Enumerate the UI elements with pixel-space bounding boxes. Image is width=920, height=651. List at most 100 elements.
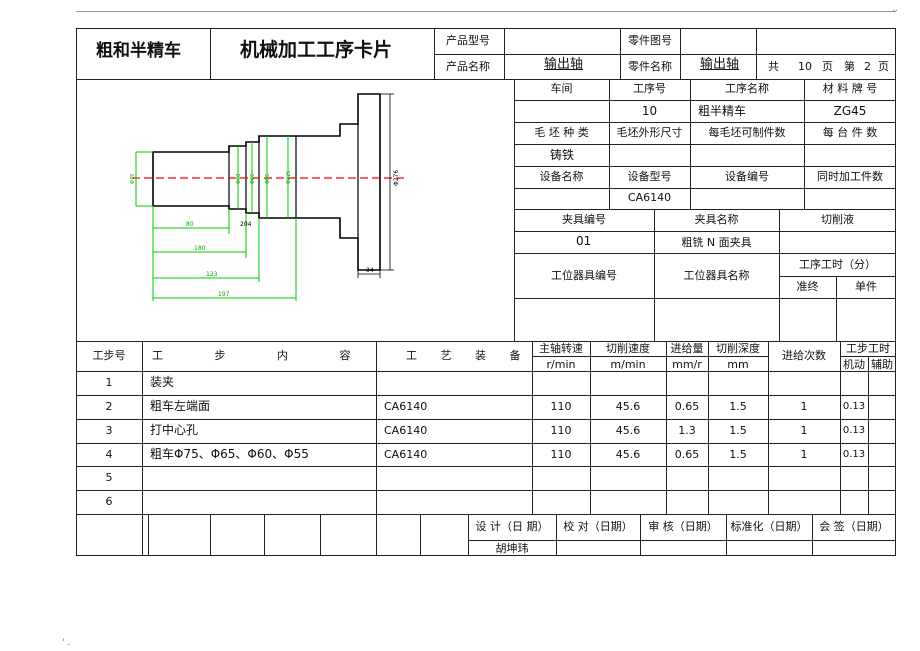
simul-label: 同时加工件数 [817, 170, 883, 183]
col-spindle: 主轴转速 [539, 342, 583, 355]
dim-34: 34 [366, 267, 374, 274]
col-spindle-unit: r/min [546, 358, 576, 371]
step-spindle: 110 [550, 448, 572, 461]
step-depth: 1.5 [729, 424, 747, 437]
prep-label: 准终 [796, 280, 819, 293]
coolant-label: 切削液 [821, 213, 854, 226]
process-name-label: 工序名称 [725, 82, 769, 95]
process-name-value: 粗半精车 [698, 104, 747, 118]
fixture-name-value: 粗铣 N 面夹具 [681, 236, 752, 249]
total-label: 共 [768, 60, 779, 73]
step-speed: 45.6 [615, 400, 641, 413]
col-equipment: 工 艺 装 备 [406, 349, 531, 362]
check-label: 校 对（日期） [563, 520, 633, 533]
step-speed: 45.6 [615, 424, 641, 437]
dim-phi-60: Φ60 [236, 174, 242, 184]
step-content: 粗车Φ75、Φ65、Φ60、Φ55 [150, 447, 309, 461]
fixture-no-value: 01 [576, 234, 592, 248]
step-spindle: 110 [550, 400, 572, 413]
step-no: 1 [105, 376, 113, 389]
designer-name: 胡坤玮 [495, 542, 529, 555]
page-unit-2: 页 [878, 60, 889, 73]
step-equipment: CA6140 [384, 424, 428, 437]
col-content: 工 步 内 容 [152, 349, 375, 362]
dim-phi-55: Φ55 [265, 174, 271, 184]
col-step-no: 工步号 [92, 349, 126, 362]
col-feed-unit: mm/r [672, 358, 702, 371]
station-tool-name-label: 工位器具名称 [683, 269, 750, 282]
step-content: 打中心孔 [150, 423, 199, 437]
material-label: 材 料 牌 号 [822, 82, 878, 95]
step-spindle: 110 [550, 424, 572, 437]
parts-per-blank-label: 每毛坯可制件数 [708, 126, 786, 139]
col-depth-unit: mm [727, 358, 749, 371]
step-machine-time: 0.13 [842, 425, 866, 436]
material-value: ZG45 [833, 104, 867, 118]
process-no-label: 工序号 [633, 82, 666, 95]
product-model-label: 产品型号 [446, 34, 490, 47]
dim-80: 80 [186, 221, 194, 228]
unit-label: 单件 [855, 280, 877, 293]
dim-phi-225: Φ225 [286, 171, 292, 184]
page-unit: 页 [822, 60, 833, 73]
standard-label: 标准化（日期） [730, 520, 808, 533]
page-label: 第 [844, 60, 855, 73]
equip-model-value: CA6140 [627, 191, 672, 204]
dim-276: Φ276 [393, 170, 400, 186]
process-no-value: 10 [641, 104, 658, 118]
fixture-no-label: 夹具编号 [562, 213, 606, 226]
col-passes: 进给次数 [782, 349, 826, 362]
station-tool-no-label: 工位器具编号 [551, 269, 617, 282]
equip-model-label: 设备型号 [627, 170, 672, 183]
step-depth: 1.5 [729, 448, 747, 461]
col-depth: 切削深度 [716, 342, 760, 355]
col-step-time: 工步工时 [846, 342, 890, 355]
dim-197: 197 [218, 291, 230, 298]
col-machine: 机动 [843, 358, 865, 371]
equip-no-label: 设备编号 [725, 170, 769, 183]
card-title: 机械加工工序卡片 [240, 39, 393, 61]
workshop-label: 车间 [550, 82, 573, 95]
dim-204: 204 [240, 221, 252, 228]
dim-180: 180 [194, 245, 206, 252]
blank-type-label: 毛 坯 种 类 [534, 126, 589, 139]
col-aux: 辅助 [871, 358, 893, 371]
part-name-value: 输出轴 [700, 57, 740, 72]
col-feed: 进给量 [670, 342, 704, 355]
step-equipment: CA6140 [384, 400, 428, 413]
sign-label: 会 签（日期） [819, 520, 889, 533]
step-feed: 0.65 [674, 448, 700, 461]
step-content: 装夹 [150, 375, 175, 389]
step-equipment: CA6140 [384, 448, 428, 461]
step-no: 4 [105, 448, 113, 461]
review-label: 审 核（日期） [648, 520, 718, 533]
dim-phi-75: Φ75 [130, 174, 136, 184]
step-passes: 1 [800, 400, 808, 413]
left-title: 粗和半精车 [96, 41, 181, 61]
step-speed: 45.6 [615, 448, 641, 461]
step-passes: 1 [800, 424, 808, 437]
step-no: 2 [105, 400, 113, 413]
corner-mark-bottom: ' . [62, 638, 71, 648]
page-number: 2 [864, 60, 871, 73]
part-name-label: 零件名称 [628, 60, 672, 73]
total-pages: 10 [798, 60, 812, 73]
step-machine-time: 0.13 [842, 401, 866, 412]
time-label: 工序工时（分） [799, 258, 876, 271]
blank-size-label: 毛坯外形尺寸 [616, 126, 683, 139]
product-name-value: 输出轴 [544, 57, 584, 72]
part-drawing: 80 180 123 197 204 34 Φ276 Φ75 Φ60 Φ65 Φ… [130, 93, 406, 301]
dim-123: 123 [206, 271, 218, 278]
step-no: 6 [105, 495, 113, 508]
step-feed: 0.65 [674, 400, 700, 413]
step-no: 3 [105, 424, 113, 437]
step-machine-time: 0.13 [842, 449, 866, 460]
col-cut-speed-unit: m/min [610, 358, 646, 371]
per-unit-label: 每 台 件 数 [822, 126, 878, 139]
step-content: 粗车左端面 [150, 399, 211, 413]
col-cut-speed: 切削速度 [606, 342, 650, 355]
top-rule [76, 11, 896, 12]
product-name-label: 产品名称 [446, 60, 490, 73]
fixture-name-label: 夹具名称 [694, 213, 739, 226]
dim-phi-65: Φ65 [250, 174, 256, 184]
